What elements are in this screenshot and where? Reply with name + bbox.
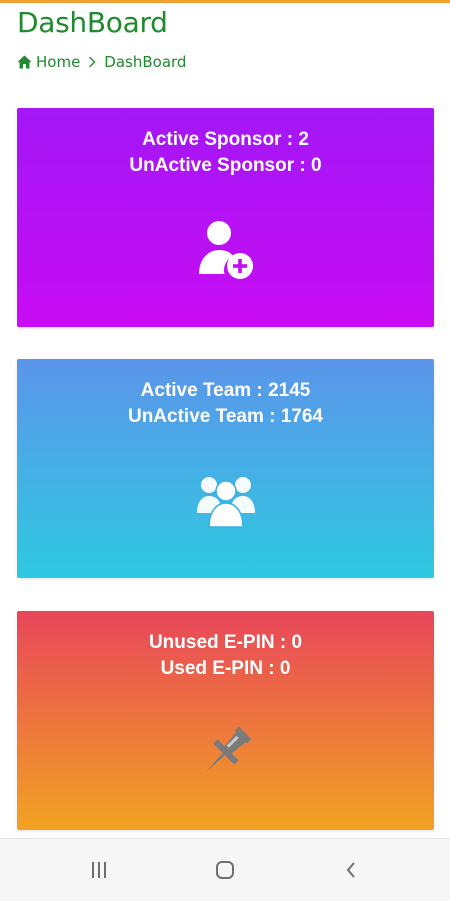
active-team-text: Active Team : 2145 xyxy=(140,380,311,401)
unactive-sponsor-text: UnActive Sponsor : 0 xyxy=(129,155,322,176)
team-card[interactable]: Active Team : 2145 UnActive Team : 1764 xyxy=(17,359,434,578)
thumbtack-icon xyxy=(197,721,255,787)
epin-card[interactable]: Unused E-PIN : 0 Used E-PIN : 0 xyxy=(17,611,434,830)
add-user-icon xyxy=(197,218,255,284)
breadcrumb: Home DashBoard xyxy=(17,51,186,73)
unused-epin-text: Unused E-PIN : 0 xyxy=(148,632,303,653)
breadcrumb-current: DashBoard xyxy=(104,53,187,71)
unactive-team-text: UnActive Team : 1764 xyxy=(127,406,323,427)
page-title: DashBoard xyxy=(17,6,168,39)
top-accent-bar xyxy=(0,0,450,3)
system-navigation-bar xyxy=(0,838,450,901)
back-icon[interactable] xyxy=(336,856,366,884)
home-circle-icon[interactable] xyxy=(210,856,240,884)
breadcrumb-home-link[interactable]: Home xyxy=(36,53,80,71)
sponsor-card[interactable]: Active Sponsor : 2 UnActive Sponsor : 0 xyxy=(17,108,434,327)
used-epin-text: Used E-PIN : 0 xyxy=(160,658,291,679)
home-icon[interactable] xyxy=(17,55,32,69)
chevron-right-icon xyxy=(88,56,96,68)
users-icon xyxy=(196,469,256,535)
recents-icon[interactable] xyxy=(84,856,114,884)
active-sponsor-text: Active Sponsor : 2 xyxy=(142,129,309,150)
